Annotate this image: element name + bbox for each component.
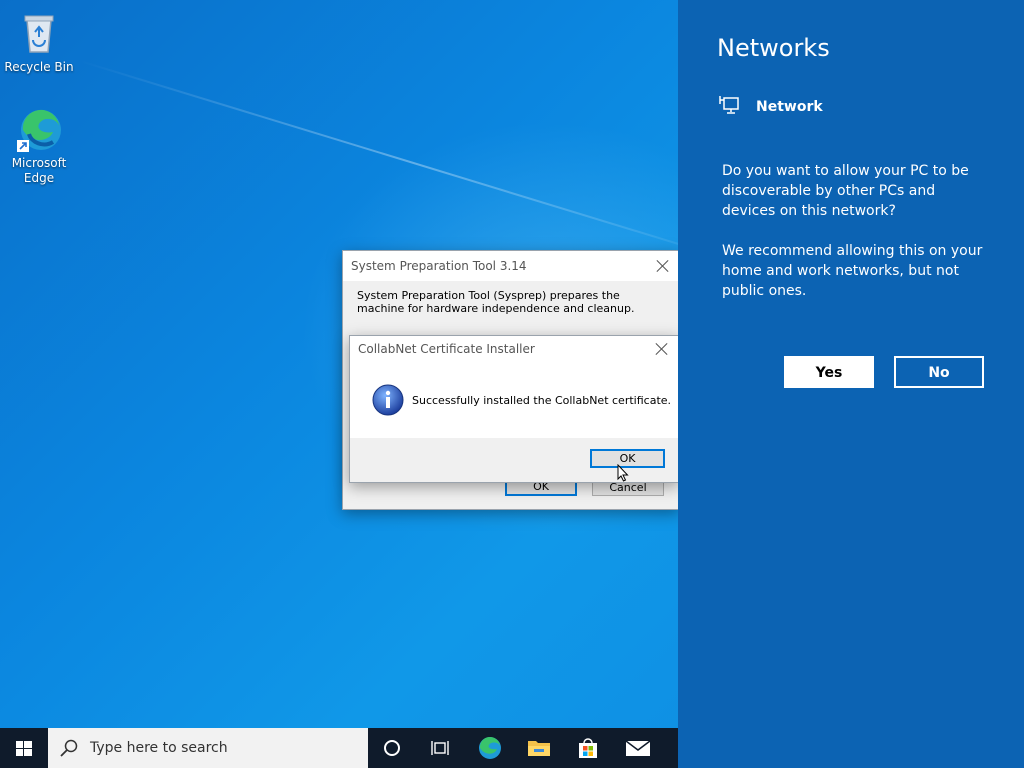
desktop-icon-label: Microsoft Edge <box>11 156 67 185</box>
edge-icon <box>479 736 501 759</box>
edge-icon <box>15 104 63 152</box>
desktop-icon-microsoft-edge[interactable]: Microsoft Edge <box>1 104 77 186</box>
task-view-icon <box>431 741 449 755</box>
sysprep-title: System Preparation Tool 3.14 <box>351 259 527 273</box>
sysprep-titlebar: System Preparation Tool 3.14 <box>343 251 679 281</box>
recycle-bin-icon <box>15 8 63 56</box>
taskbar-mail-button[interactable] <box>614 728 662 768</box>
collabnet-message: Successfully installed the CollabNet cer… <box>412 394 672 407</box>
network-name: Network <box>756 99 823 115</box>
networks-question: Do you want to allow your PC to be disco… <box>722 163 969 219</box>
task-view-button[interactable] <box>416 728 464 768</box>
collabnet-titlebar: CollabNet Certificate Installer <box>350 336 678 362</box>
start-button[interactable] <box>0 728 48 768</box>
collabnet-message-area: Successfully installed the CollabNet cer… <box>350 362 678 438</box>
taskbar-store-button[interactable] <box>564 728 612 768</box>
taskbar-edge-button[interactable] <box>466 728 514 768</box>
taskbar-search-box[interactable]: Type here to search <box>48 728 368 768</box>
search-placeholder: Type here to search <box>90 740 228 756</box>
mail-icon <box>625 740 651 756</box>
ethernet-icon <box>718 94 740 120</box>
collabnet-dialog: CollabNet Certificate Installer Successf… <box>349 335 679 483</box>
no-button[interactable]: No <box>894 356 984 388</box>
file-explorer-icon <box>528 741 550 756</box>
desktop-icon-recycle-bin[interactable]: Recycle Bin <box>1 8 77 75</box>
windows-start-icon <box>16 741 32 756</box>
networks-pane: Networks Network Do you want to allow yo… <box>678 0 1024 768</box>
taskbar: Type here to search <box>0 728 678 768</box>
networks-recommendation: We recommend allowing this on your home … <box>722 243 983 299</box>
yes-button[interactable]: Yes <box>784 356 874 388</box>
taskbar-file-explorer-button[interactable] <box>515 728 563 768</box>
close-icon[interactable] <box>652 339 672 359</box>
cortana-icon <box>384 740 400 756</box>
cortana-button[interactable] <box>368 728 416 768</box>
desktop-icon-label: Recycle Bin <box>4 60 74 74</box>
store-icon <box>579 738 597 758</box>
sysprep-description: System Preparation Tool (Sysprep) prepar… <box>357 289 635 315</box>
network-item[interactable]: Network <box>718 94 823 120</box>
collabnet-title: CollabNet Certificate Installer <box>358 342 535 356</box>
search-icon <box>60 739 78 757</box>
mouse-cursor-icon <box>617 463 629 486</box>
close-icon[interactable] <box>653 256 673 276</box>
networks-title: Networks <box>717 34 830 62</box>
info-icon <box>372 384 404 416</box>
